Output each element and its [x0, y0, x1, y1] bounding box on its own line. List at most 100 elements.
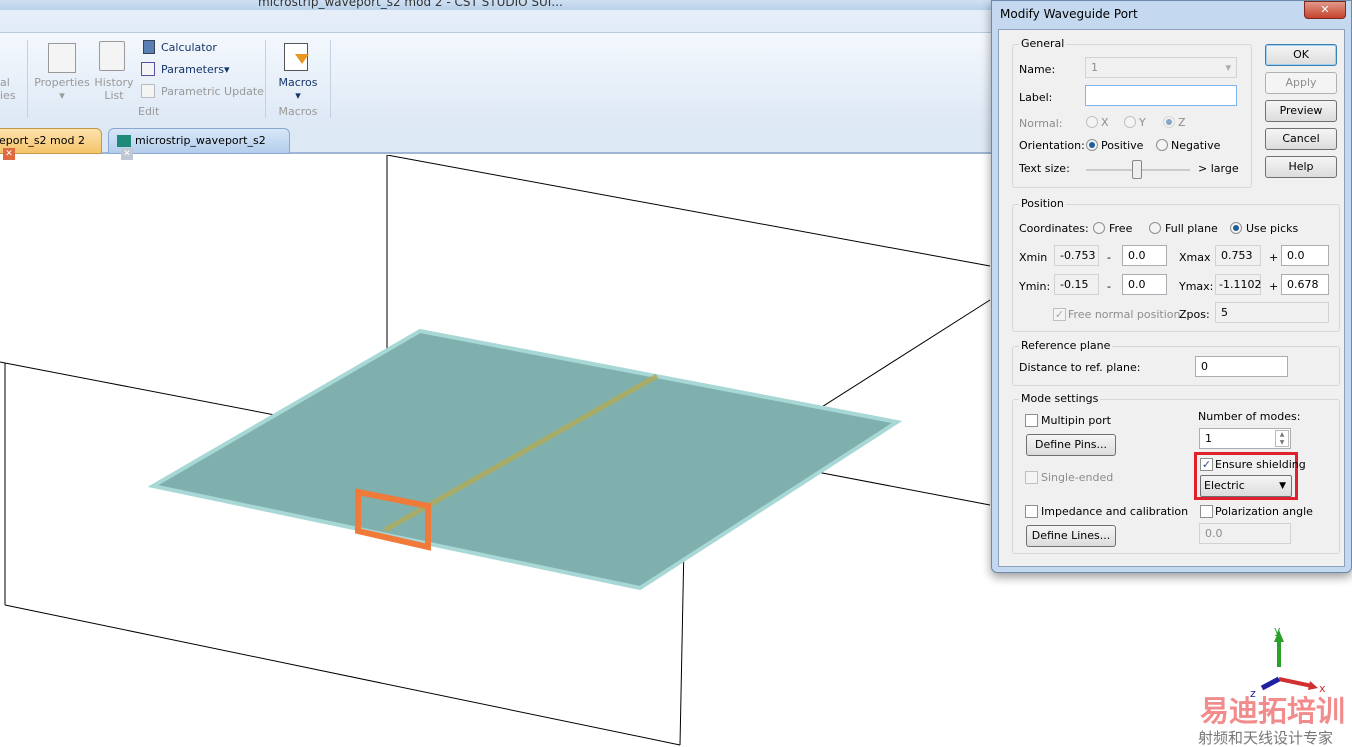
- number-of-modes-label: Number of modes:: [1198, 410, 1301, 423]
- spinner-icon[interactable]: ▲ ▼: [1275, 430, 1289, 447]
- number-of-modes-input[interactable]: 1 ▲ ▼: [1199, 428, 1291, 449]
- waveport-icon: [117, 135, 131, 147]
- help-button[interactable]: Help: [1265, 156, 1337, 178]
- zpos-label: Zpos:: [1179, 308, 1210, 321]
- polarization-angle-label: Polarization angle: [1215, 505, 1313, 518]
- position-group: Position Coordinates: Free Full plane Us…: [1012, 197, 1340, 332]
- normal-label: Normal:: [1019, 117, 1063, 130]
- text-size-label: Text size:: [1019, 162, 1070, 175]
- watermark-logo: 易迪拓培训: [1200, 694, 1345, 728]
- ok-button[interactable]: OK: [1265, 44, 1337, 66]
- cancel-button[interactable]: Cancel: [1265, 128, 1337, 150]
- orientation-positive-radio[interactable]: [1086, 139, 1098, 151]
- ymin-value: -0.15: [1054, 274, 1099, 295]
- normal-x-label: X: [1101, 116, 1109, 129]
- define-pins-button[interactable]: Define Pins...: [1026, 434, 1116, 456]
- full-plane-label: Full plane: [1165, 222, 1218, 235]
- impedance-calibration-checkbox[interactable]: [1025, 505, 1038, 518]
- macros-button[interactable]: Macros ▾: [278, 76, 318, 102]
- slider-thumb[interactable]: [1132, 160, 1142, 179]
- text-size-slider[interactable]: [1086, 160, 1190, 179]
- coordinates-use-picks-radio[interactable]: [1230, 222, 1242, 234]
- axis-triad: y x z: [1250, 624, 1326, 700]
- general-legend: General: [1019, 37, 1067, 50]
- substrate[interactable]: [147, 328, 903, 591]
- name-dropdown[interactable]: 1 ▾: [1085, 57, 1237, 78]
- distance-input[interactable]: 0: [1195, 356, 1288, 377]
- polarization-angle-checkbox[interactable]: [1200, 505, 1213, 518]
- plus-sign: +: [1269, 280, 1279, 293]
- ymin-label: Ymin:: [1019, 280, 1051, 293]
- properties-button[interactable]: Properties ▾: [34, 76, 90, 102]
- properties-icon: [48, 43, 76, 73]
- multipin-port-checkbox[interactable]: [1025, 414, 1038, 427]
- normal-y-radio[interactable]: [1124, 116, 1136, 128]
- macros-icon: [284, 43, 309, 71]
- orientation-negative-radio[interactable]: [1156, 139, 1168, 151]
- apply-button[interactable]: Apply: [1265, 72, 1337, 94]
- xmax-label: Xmax: [1179, 251, 1211, 264]
- ensure-shielding-checkbox[interactable]: ✓: [1200, 458, 1213, 471]
- use-picks-label: Use picks: [1246, 222, 1299, 235]
- watermark-subtitle: 射频和天线设计专家: [1198, 729, 1333, 747]
- free-normal-position-label: Free normal position: [1068, 308, 1181, 321]
- free-label: Free: [1109, 222, 1133, 235]
- window-title: microstrip_waveport_s2 mod 2 - CST STUDI…: [258, 0, 563, 9]
- chevron-down-icon: ▼: [1279, 481, 1286, 491]
- calculator-button[interactable]: Calculator: [161, 41, 217, 54]
- plus-sign: +: [1269, 251, 1279, 264]
- reference-plane-group: Reference plane Distance to ref. plane: …: [1012, 339, 1340, 386]
- zpos-value: 5: [1215, 302, 1329, 323]
- coordinates-free-radio[interactable]: [1093, 222, 1105, 234]
- parameters-icon: [141, 62, 155, 76]
- edit-group-label: Edit: [138, 105, 160, 118]
- coordinates-full-plane-radio[interactable]: [1149, 222, 1161, 234]
- minus-sign: -: [1107, 251, 1111, 264]
- free-normal-position-checkbox[interactable]: ✓: [1053, 308, 1066, 321]
- tab-mod-2[interactable]: eport_s2 mod 2✕: [0, 128, 102, 160]
- ymax-offset-input[interactable]: 0.678: [1281, 274, 1329, 295]
- calculator-icon: [143, 40, 155, 54]
- ymax-label: Ymax:: [1179, 280, 1214, 293]
- general-group: General Name: 1 ▾ Label: Normal: X Y Z Or…: [1012, 37, 1252, 188]
- single-ended-label: Single-ended: [1041, 471, 1114, 484]
- modify-waveguide-port-dialog: Modify Waveguide Port ✕ OK Apply Preview…: [991, 0, 1352, 573]
- normal-z-label: Z: [1178, 116, 1186, 129]
- ymax-value: -1.1102: [1215, 274, 1261, 295]
- xmin-value: -0.753: [1054, 245, 1099, 266]
- orientation-positive-label: Positive: [1101, 139, 1144, 152]
- multipin-port-label: Multipin port: [1041, 414, 1111, 427]
- distance-label: Distance to ref. plane:: [1019, 361, 1141, 374]
- parameters-button[interactable]: Parameters▾: [161, 63, 230, 76]
- shielding-type-dropdown[interactable]: Electric ▼: [1200, 475, 1292, 497]
- tab-microstrip-waveport-s2[interactable]: microstrip_waveport_s2✕: [108, 128, 290, 160]
- label-input[interactable]: [1085, 85, 1237, 106]
- ymin-offset-input[interactable]: 0.0: [1122, 274, 1167, 295]
- orientation-label: Orientation:: [1019, 139, 1085, 152]
- document-tabs: eport_s2 mod 2✕ microstrip_waveport_s2✕: [0, 125, 1000, 160]
- xmax-offset-input[interactable]: 0.0: [1281, 245, 1329, 266]
- single-ended-checkbox[interactable]: [1025, 471, 1038, 484]
- ensure-shielding-label: Ensure shielding: [1215, 458, 1306, 471]
- xmin-offset-input[interactable]: 0.0: [1122, 245, 1167, 266]
- normal-z-radio[interactable]: [1163, 116, 1175, 128]
- define-lines-button[interactable]: Define Lines...: [1026, 525, 1116, 547]
- preview-button[interactable]: Preview: [1265, 100, 1337, 122]
- history-list-button[interactable]: History List: [92, 76, 136, 102]
- parametric-update-button[interactable]: Parametric Update: [161, 85, 264, 98]
- xmin-label: Xmin: [1019, 251, 1048, 264]
- mode-settings-legend: Mode settings: [1019, 392, 1101, 405]
- normal-y-label: Y: [1139, 116, 1146, 129]
- normal-x-radio[interactable]: [1086, 116, 1098, 128]
- impedance-calibration-label: Impedance and calibration: [1041, 505, 1189, 518]
- close-dialog-button[interactable]: ✕: [1304, 1, 1346, 19]
- minus-sign: -: [1107, 280, 1111, 293]
- mode-settings-group: Mode settings Multipin port Define Pins.…: [1012, 392, 1340, 554]
- coordinates-label: Coordinates:: [1019, 222, 1089, 235]
- parametric-update-icon: [141, 84, 155, 98]
- ribbon: al ies Properties ▾ History List Calculator…: [0, 10, 1000, 125]
- text-size-max-label: > large: [1198, 162, 1239, 175]
- macros-group-label: Macros: [278, 105, 318, 118]
- reference-plane-legend: Reference plane: [1019, 339, 1113, 352]
- polarization-angle-input[interactable]: 0.0: [1199, 523, 1291, 544]
